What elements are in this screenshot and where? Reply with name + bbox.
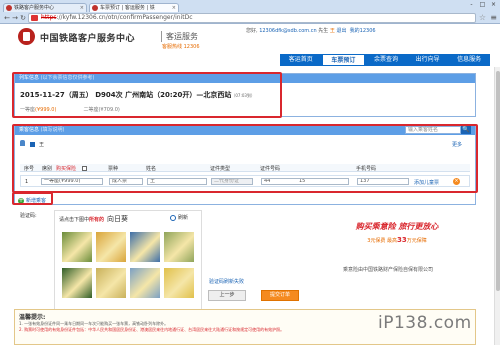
address-bar: ← → ↻ https://kyfw.12306.cn/otn/confirmP… bbox=[0, 12, 500, 24]
close-window-icon[interactable]: × bbox=[489, 1, 498, 8]
user-email: 12306dfk@sdb.com.cn bbox=[259, 28, 317, 34]
captcha-tile[interactable] bbox=[129, 267, 161, 299]
captcha-tile[interactable] bbox=[61, 267, 93, 299]
site-subtitle: 客运服务 bbox=[161, 31, 198, 42]
add-passenger-highlight bbox=[12, 192, 53, 205]
captcha-panel: 请点击下图中所有的 向日葵 刷新 bbox=[54, 210, 202, 310]
ad-sub-mid: 最高 bbox=[387, 238, 398, 244]
captcha-tile[interactable] bbox=[95, 231, 127, 263]
nav-home[interactable]: 客运首页 bbox=[280, 54, 322, 66]
railway-favicon bbox=[6, 5, 12, 11]
railway-favicon bbox=[92, 5, 98, 11]
user-bar: 您好, 12306dfk@sdb.com.cn 先生 王 退出 我的12306 bbox=[246, 27, 376, 34]
scrollbar-thumb[interactable] bbox=[496, 71, 500, 291]
tab-railway-service[interactable]: 铁路客户服务中心 × bbox=[3, 3, 87, 12]
ad-title: 购买乘意险 旅行更放心 bbox=[355, 222, 439, 231]
main-nav: 客运首页 车票预订 余票查询 出行向导 信息服务 bbox=[280, 54, 490, 66]
welcome-text: 您好, bbox=[246, 28, 258, 34]
ad-subtitle: 3元保费 最高33万元保障 bbox=[336, 236, 458, 244]
captcha-tile[interactable] bbox=[163, 267, 195, 299]
captcha-tile[interactable] bbox=[61, 231, 93, 263]
nav-info-service[interactable]: 信息服务 bbox=[448, 54, 490, 66]
window-controls: - □ × bbox=[467, 1, 498, 8]
ad-sub-pre: 3元保费 bbox=[367, 238, 386, 244]
site-title: 中国铁路客户服务中心 bbox=[40, 34, 136, 44]
bookmark-star-icon[interactable]: ☆ bbox=[479, 13, 486, 23]
site-header: 中国铁路客户服务中心 客运服务 客服热线 12306 您好, 12306dfk@… bbox=[0, 25, 500, 67]
forward-icon[interactable]: → bbox=[11, 14, 19, 22]
captcha-refresh-link[interactable]: 验证码刷新失败 bbox=[209, 278, 244, 285]
menu-icon[interactable]: ≡ bbox=[490, 13, 497, 23]
ad-amount: 33 bbox=[397, 236, 407, 244]
tab-label: 车票预订 | 客运服务 | 铁 bbox=[100, 5, 155, 11]
captcha-instruction: 请点击下图中所有的 向日葵 bbox=[59, 214, 128, 224]
insecure-lock-icon bbox=[31, 15, 38, 21]
ad-sub-post: 万元保障 bbox=[406, 238, 427, 244]
hotline: 客服热线 12306 bbox=[162, 44, 200, 50]
my-account-link[interactable]: 我的12306 bbox=[350, 28, 376, 34]
tab-ticket-booking[interactable]: 车票预订 | 客运服务 | 铁 × bbox=[89, 3, 179, 12]
nav-remaining-tickets[interactable]: 余票查询 bbox=[365, 54, 407, 66]
reload-icon[interactable]: ↻ bbox=[19, 14, 27, 22]
url-field[interactable]: https://kyfw.12306.cn/otn/confirmPasseng… bbox=[28, 13, 476, 23]
refresh-label: 刷新 bbox=[178, 215, 189, 221]
maximize-icon[interactable]: □ bbox=[478, 1, 487, 8]
email-suffix: 先生 bbox=[318, 28, 329, 34]
ad-provider-link[interactable]: 乘意险由中国铁路财产保险自保有限公司 bbox=[343, 266, 433, 273]
url-path: ://kyfw.12306.cn/otn/confirmPassenger/in… bbox=[56, 14, 193, 21]
browser-chrome: 铁路客户服务中心 × 车票预订 | 客运服务 | 铁 × - □ × ← → ↻… bbox=[0, 0, 500, 24]
train-info-highlight bbox=[12, 72, 282, 118]
watermark: iP138.com bbox=[378, 313, 472, 333]
nav-ticket-booking[interactable]: 车票预订 bbox=[321, 54, 366, 66]
scrollbar[interactable] bbox=[494, 67, 500, 345]
railway-logo-icon bbox=[18, 28, 35, 45]
submit-order-button[interactable]: 提交订单 bbox=[261, 290, 299, 301]
captcha-keyword: 所有的 bbox=[89, 217, 105, 223]
captcha-instruction-pre: 请点击下图中 bbox=[59, 217, 90, 223]
passenger-highlight bbox=[12, 124, 478, 193]
captcha-label: 验证码: bbox=[20, 213, 37, 219]
exit-link[interactable]: 退出 bbox=[336, 28, 346, 34]
tab-label: 铁路客户服务中心 bbox=[14, 5, 55, 11]
captcha-refresh-button[interactable]: 刷新 bbox=[170, 214, 188, 221]
insurance-ad[interactable]: 购买乘意险 旅行更放心 3元保费 最高33万元保障 bbox=[336, 221, 458, 261]
minimize-icon[interactable]: - bbox=[467, 1, 476, 8]
close-tab-icon[interactable]: × bbox=[80, 4, 84, 12]
captcha-tile[interactable] bbox=[95, 267, 127, 299]
nav-travel-guide[interactable]: 出行向导 bbox=[407, 54, 449, 66]
prev-step-button[interactable]: 上一步 bbox=[208, 290, 246, 301]
refresh-icon bbox=[170, 214, 176, 221]
back-icon[interactable]: ← bbox=[3, 14, 11, 22]
captcha-target: 向日葵 bbox=[107, 215, 129, 223]
captcha-tile[interactable] bbox=[163, 231, 195, 263]
user-name: 王 bbox=[329, 28, 335, 34]
captcha-tile[interactable] bbox=[129, 231, 161, 263]
close-tab-icon[interactable]: × bbox=[172, 4, 176, 12]
url-scheme: https bbox=[41, 14, 57, 21]
